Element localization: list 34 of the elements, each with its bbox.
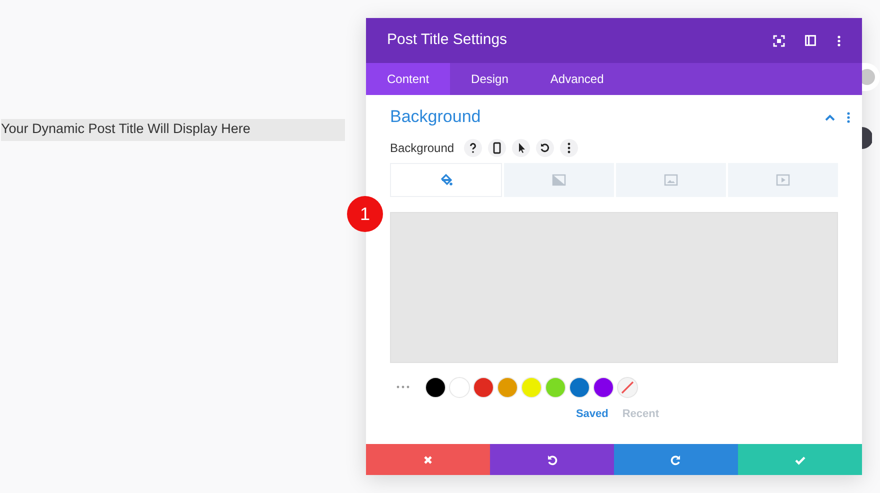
step-badge: 1 xyxy=(347,196,383,232)
tab[interactable]: Advanced xyxy=(529,63,625,95)
undo-icon xyxy=(546,454,558,466)
no-color-icon[interactable] xyxy=(617,376,638,398)
more-icon[interactable] xyxy=(560,139,578,157)
expand-icon[interactable] xyxy=(773,34,785,46)
modal-title: Post Title Settings xyxy=(387,30,508,50)
image-icon xyxy=(664,173,678,187)
sidebar-icon[interactable] xyxy=(805,35,816,46)
tab[interactable]: Content xyxy=(366,63,450,95)
color-swatch[interactable] xyxy=(497,376,518,398)
cursor-icon[interactable] xyxy=(512,139,530,157)
color-swatch[interactable] xyxy=(521,376,542,398)
palette-tab[interactable]: Saved xyxy=(576,406,608,422)
reset-icon[interactable] xyxy=(536,139,554,157)
color-swatch[interactable] xyxy=(545,376,566,398)
post-title: Your Dynamic Post Title Will Display Here xyxy=(1,119,345,141)
help-icon[interactable] xyxy=(464,139,482,157)
section-title[interactable]: Background xyxy=(390,104,825,130)
gradient-icon xyxy=(552,173,566,187)
tab[interactable]: Design xyxy=(450,63,530,95)
video-icon xyxy=(776,173,790,187)
more-icon[interactable] xyxy=(837,34,841,46)
paint-bucket-icon xyxy=(439,173,453,187)
phone-icon[interactable] xyxy=(488,139,506,157)
color-preview[interactable] xyxy=(390,212,838,363)
chevron-up-icon[interactable] xyxy=(825,114,835,120)
color-swatch[interactable] xyxy=(569,376,590,398)
color-swatch[interactable] xyxy=(473,376,494,398)
redo-icon xyxy=(670,454,682,466)
color-swatch[interactable] xyxy=(425,376,446,398)
close-icon xyxy=(422,454,434,466)
field-label: Background xyxy=(390,140,454,157)
color-swatch[interactable] xyxy=(593,376,614,398)
